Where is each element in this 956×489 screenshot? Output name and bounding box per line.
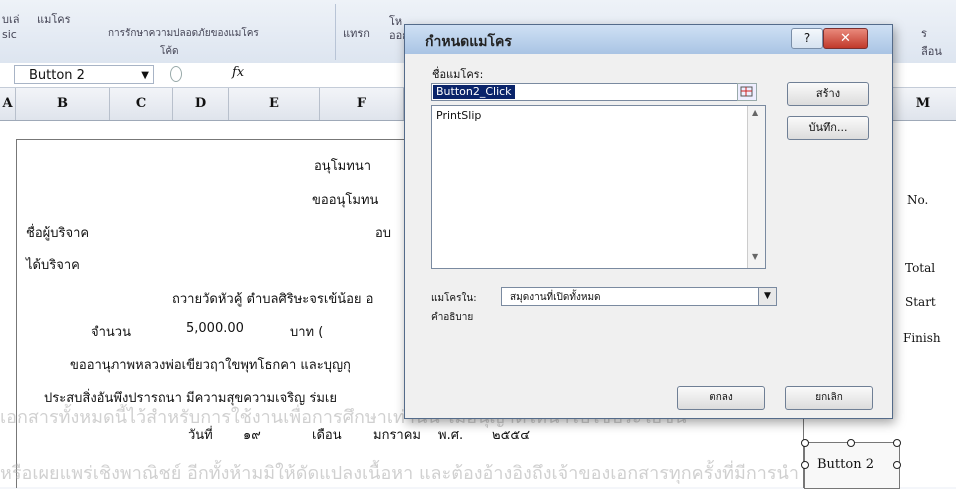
column-header-e[interactable]: E: [229, 88, 320, 120]
scroll-up-icon[interactable]: ▲: [752, 108, 758, 117]
ribbon-item-1-line2: sic: [2, 28, 17, 41]
blessing-line: ขออานุภาพหลวงพ่อเขียวฤาใขพุทโธกคา และบุญ…: [70, 358, 351, 373]
macro-list[interactable]: PrintSlip ▲ ▼: [431, 105, 766, 269]
column-header-c[interactable]: C: [110, 88, 173, 120]
new-macro-button[interactable]: สร้าง: [787, 82, 869, 106]
receipt-line-2: ขออนุโมทน: [312, 193, 379, 208]
donated-label: ได้บริจาค: [26, 258, 80, 273]
macro-list-item[interactable]: PrintSlip: [436, 109, 481, 122]
ribbon-item-1[interactable]: บเล่ sic: [2, 10, 19, 41]
sheet-button-2[interactable]: Button 2: [801, 439, 901, 489]
function-wizard-icon[interactable]: [170, 66, 182, 82]
resize-handle[interactable]: [801, 439, 809, 447]
dialog-title: กำหนดแมโคร: [425, 34, 512, 50]
column-header-d[interactable]: D: [173, 88, 229, 120]
chevron-down-icon[interactable]: ▼: [141, 66, 149, 85]
assign-macro-dialog: กำหนดแมโคร ? ✕ ชื่อแมโคร: Button2_Click …: [404, 24, 893, 419]
ribbon-right-item[interactable]: ร: [921, 24, 927, 42]
macro-security-button[interactable]: การรักษาความปลอดภัยของแมโคร: [108, 26, 259, 41]
ribbon-item-1-line1: บเล่: [2, 13, 20, 26]
macro-name-value: Button2_Click: [433, 85, 515, 99]
list-scrollbar[interactable]: ▲ ▼: [747, 106, 765, 268]
ribbon-right-item-label: ลือน: [921, 45, 942, 58]
date-month-label: เดือน: [312, 428, 342, 443]
dialog-title-bar[interactable]: กำหนดแมโคร ? ✕: [405, 25, 892, 54]
sheet-button-label: Button 2: [817, 457, 874, 472]
name-box[interactable]: Button 2 ▼: [14, 65, 154, 84]
date-day-label: วันที่: [188, 428, 213, 443]
date-day: ๑๙: [243, 428, 261, 443]
column-header-m[interactable]: M: [890, 88, 956, 120]
donor-label: ชื่อผู้บริจาค: [26, 226, 90, 241]
amount-label: จำนวน: [91, 325, 131, 340]
name-box-value: Button 2: [29, 68, 85, 83]
baht-label: บาท (: [290, 325, 324, 340]
ok-button[interactable]: ตกลง: [677, 386, 765, 410]
resize-handle[interactable]: [801, 461, 809, 469]
fx-icon[interactable]: fx: [232, 65, 244, 80]
record-macro-button[interactable]: บันทึก...: [787, 116, 869, 140]
date-year: ๒๕๕๔: [492, 428, 531, 443]
no-label: No.: [907, 193, 929, 207]
macro-name-input[interactable]: Button2_Click: [431, 83, 750, 101]
column-header-a[interactable]: A: [0, 88, 16, 120]
macro-name-label: ชื่อแมโคร:: [432, 68, 484, 81]
macros-in-label: แมโครใน:: [431, 293, 477, 304]
description-label: คำอธิบาย: [431, 312, 474, 323]
amount-value: 5,000.00: [186, 321, 244, 336]
close-button[interactable]: ✕: [823, 28, 868, 49]
donor-right-text: อบ: [375, 226, 392, 241]
resize-handle[interactable]: [893, 461, 901, 469]
macros-button[interactable]: แมโคร: [37, 10, 71, 28]
offer-line: ถวายวัดหัวคู้ ตำบลศิริษะจรเข้น้อย อ: [172, 292, 374, 307]
receipt-line-1: อนุโมทนา: [314, 159, 372, 174]
finish-label: Finish: [903, 331, 941, 345]
cell-pick-icon[interactable]: [737, 83, 757, 101]
column-header-b[interactable]: B: [16, 88, 110, 120]
date-month: มกราคม: [373, 428, 421, 443]
macros-in-select[interactable]: สมุดงานที่เปิดทั้งหมด ▼: [501, 287, 777, 306]
column-header-f[interactable]: F: [320, 88, 404, 120]
resize-handle[interactable]: [893, 439, 901, 447]
wish-line: ประสบสิ่งอันพึงปรารถนา มีความสุขความเจริ…: [44, 391, 337, 406]
macros-in-value: สมุดงานที่เปิดทั้งหมด: [510, 292, 601, 303]
date-era: พ.ศ.: [438, 428, 464, 443]
insert-control-button[interactable]: แทรก: [343, 24, 370, 42]
start-label: Start: [905, 295, 936, 309]
cell-pick-icon-graphic: [740, 86, 753, 97]
ribbon-divider: [335, 4, 336, 60]
code-group-label: โค้ด: [160, 46, 179, 57]
total-label: Total: [905, 261, 936, 275]
cancel-button[interactable]: ยกเลิก: [785, 386, 873, 410]
chevron-down-icon[interactable]: ▼: [758, 288, 776, 305]
scroll-down-icon[interactable]: ▼: [752, 252, 758, 261]
resize-handle[interactable]: [847, 439, 855, 447]
help-button[interactable]: ?: [791, 28, 823, 49]
